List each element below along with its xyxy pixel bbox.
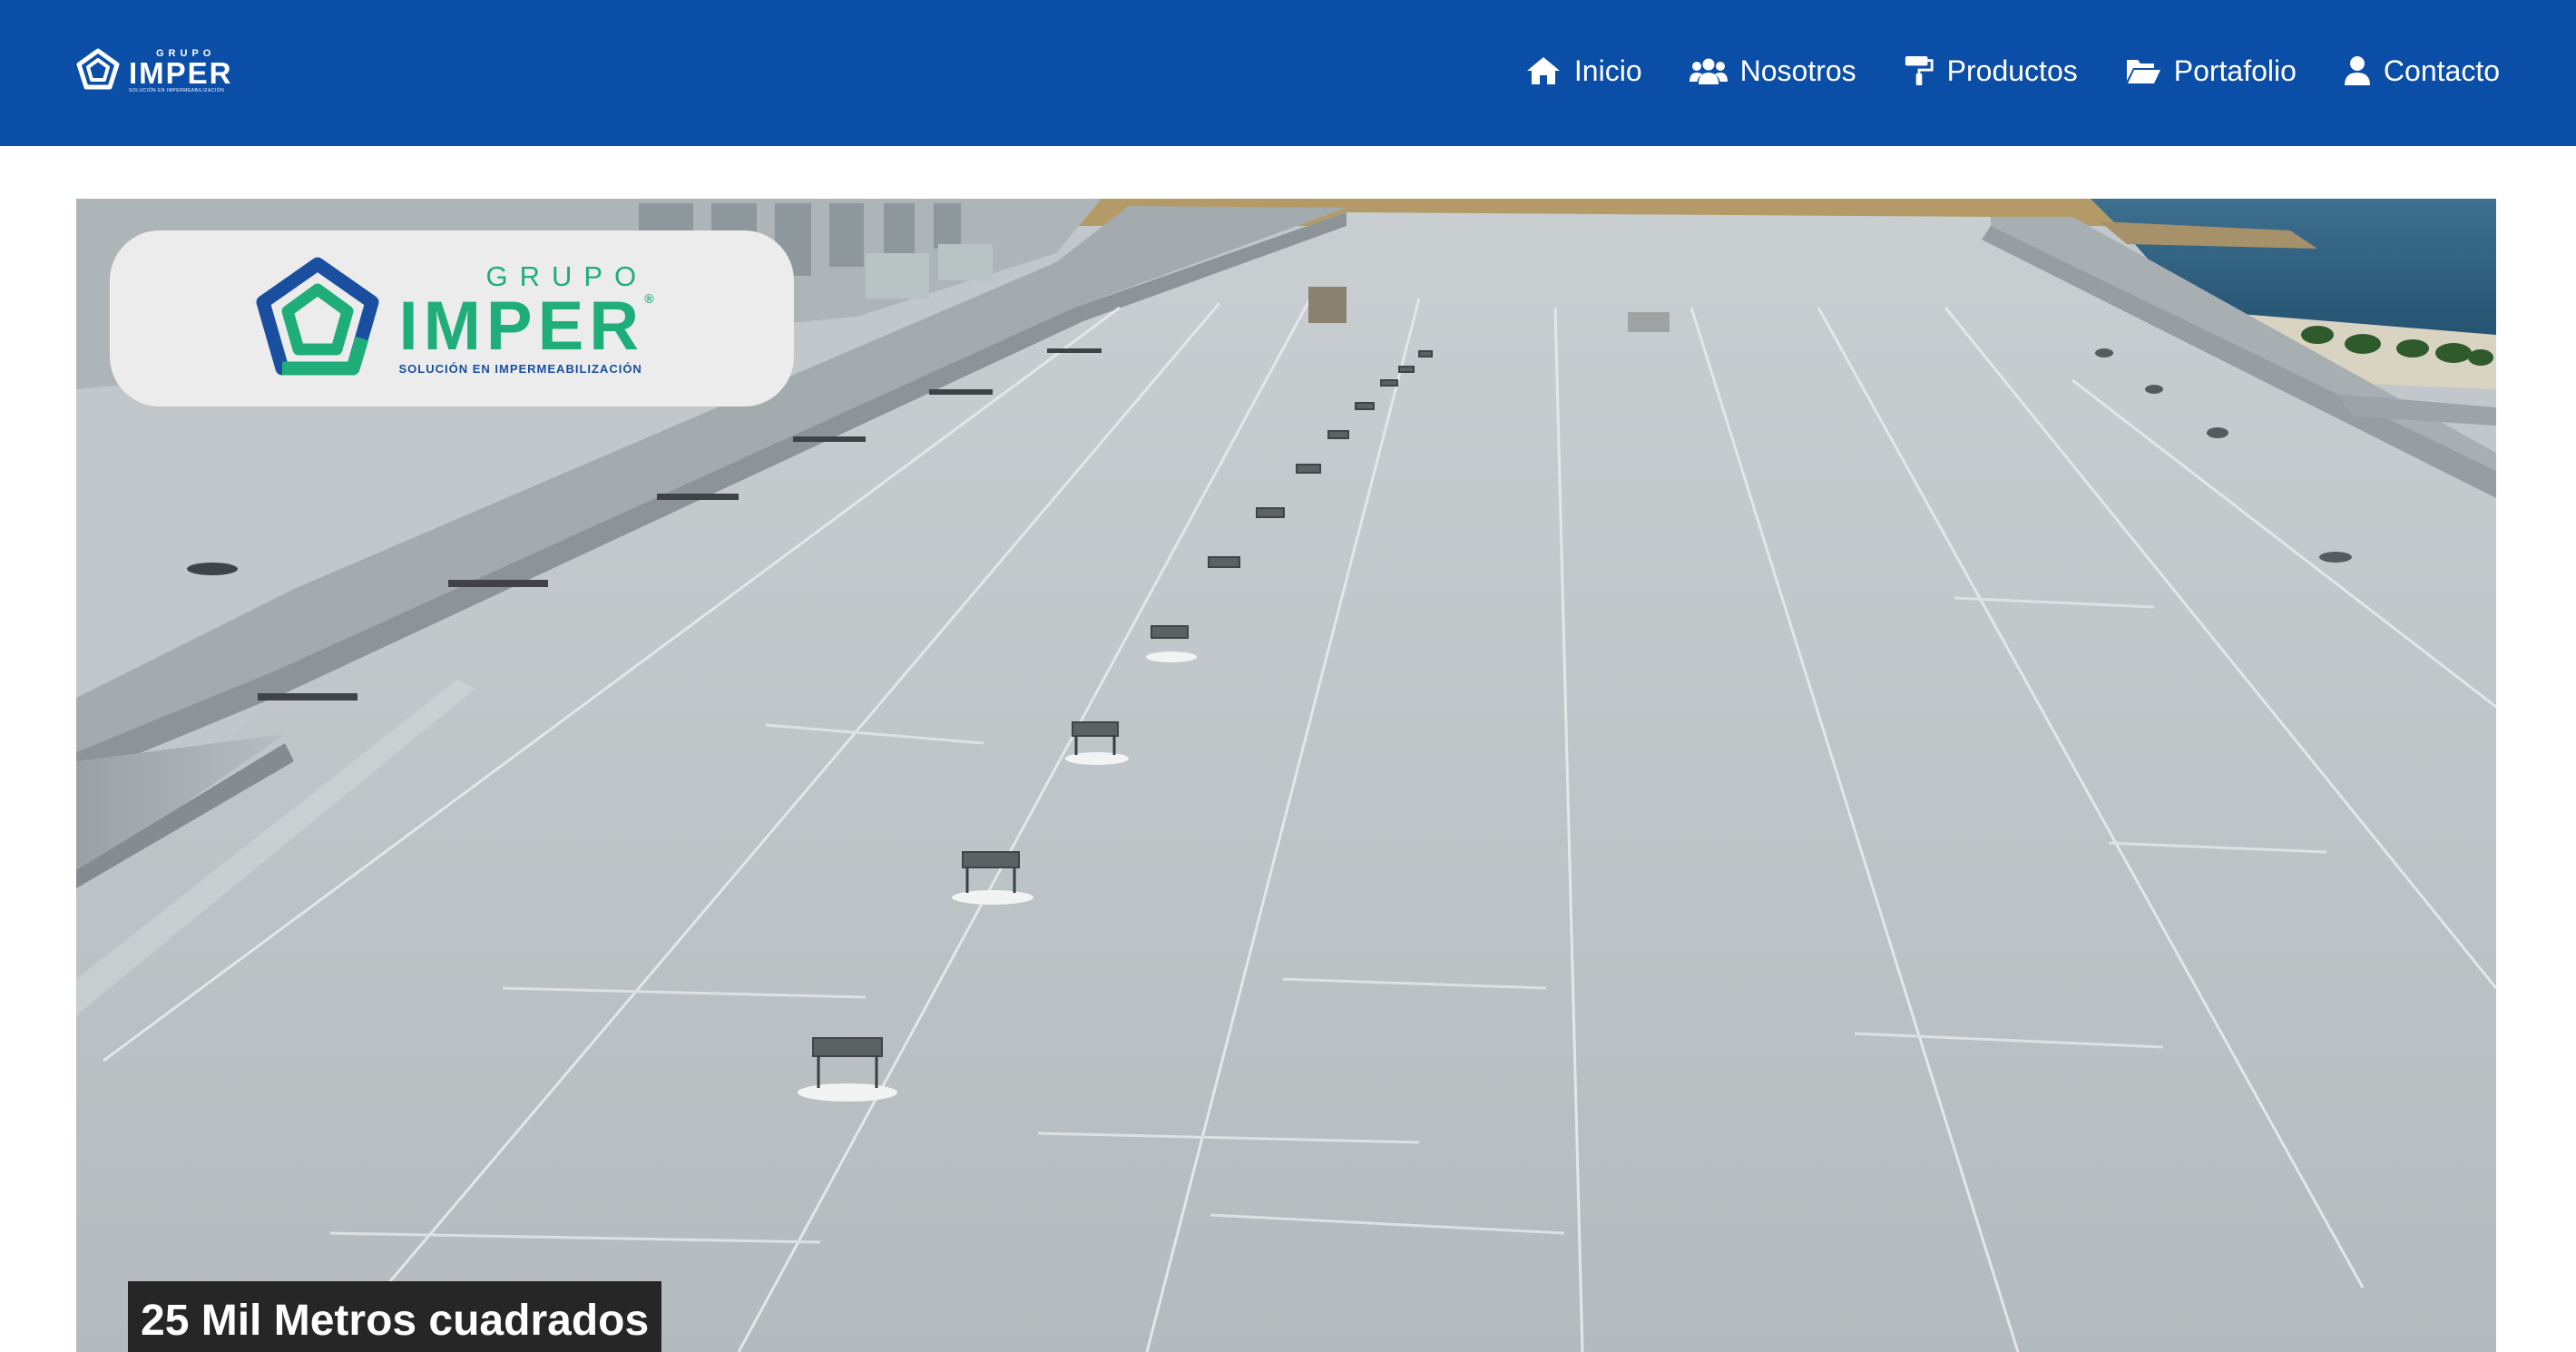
nav-item-portafolio[interactable]: Portafolio: [2125, 54, 2297, 88]
video-caption: 25 Mil Metros cuadrados: [128, 1281, 662, 1352]
users-icon: [1689, 58, 1728, 84]
nav-item-contacto[interactable]: Contacto: [2344, 54, 2500, 88]
grupo-imper-logo-icon: [256, 257, 379, 376]
nav-label-contacto: Contacto: [2383, 54, 2500, 87]
header-logo[interactable]: GRUPO IMPER SOLUCIÓN EN IMPERMEABILIZACI…: [74, 45, 233, 96]
overlay-logo-name: IMPER®: [398, 292, 653, 361]
paint-roller-icon: [1905, 55, 1934, 86]
nav-label-productos: Productos: [1946, 54, 2078, 87]
overlay-logo-tagline: SOLUCIÓN EN IMPERMEABILIZACIÓN: [398, 362, 642, 376]
nav-item-inicio[interactable]: Inicio: [1525, 54, 1642, 88]
logo-name-text: IMPER: [129, 55, 233, 90]
hero-video[interactable]: GRUPO IMPER® SOLUCIÓN EN IMPERMEABILIZAC…: [76, 199, 2496, 1352]
main-nav: Inicio Nosotros Productos Portafolio Con…: [1525, 45, 2500, 96]
logo-tagline-text: SOLUCIÓN EN IMPERMEABILIZACIÓN: [129, 87, 225, 93]
user-icon: [2344, 56, 2370, 85]
nav-item-productos[interactable]: Productos: [1904, 54, 2078, 88]
nav-label-nosotros: Nosotros: [1739, 54, 1856, 87]
nav-label-inicio: Inicio: [1573, 54, 1642, 87]
logo-mark-icon: [76, 48, 120, 90]
overlay-logo-grupo: GRUPO: [485, 260, 649, 292]
folder-open-icon: [2126, 60, 2160, 83]
nav-item-nosotros[interactable]: Nosotros: [1689, 54, 1856, 88]
nav-label-portafolio: Portafolio: [2173, 54, 2297, 87]
site-header: GRUPO IMPER SOLUCIÓN EN IMPERMEABILIZACI…: [0, 0, 2576, 146]
video-logo-overlay: GRUPO IMPER® SOLUCIÓN EN IMPERMEABILIZAC…: [110, 230, 794, 407]
registered-mark: ®: [644, 291, 654, 306]
home-icon: [1526, 57, 1560, 84]
overlay-logo-name-text: IMPER: [398, 288, 645, 365]
